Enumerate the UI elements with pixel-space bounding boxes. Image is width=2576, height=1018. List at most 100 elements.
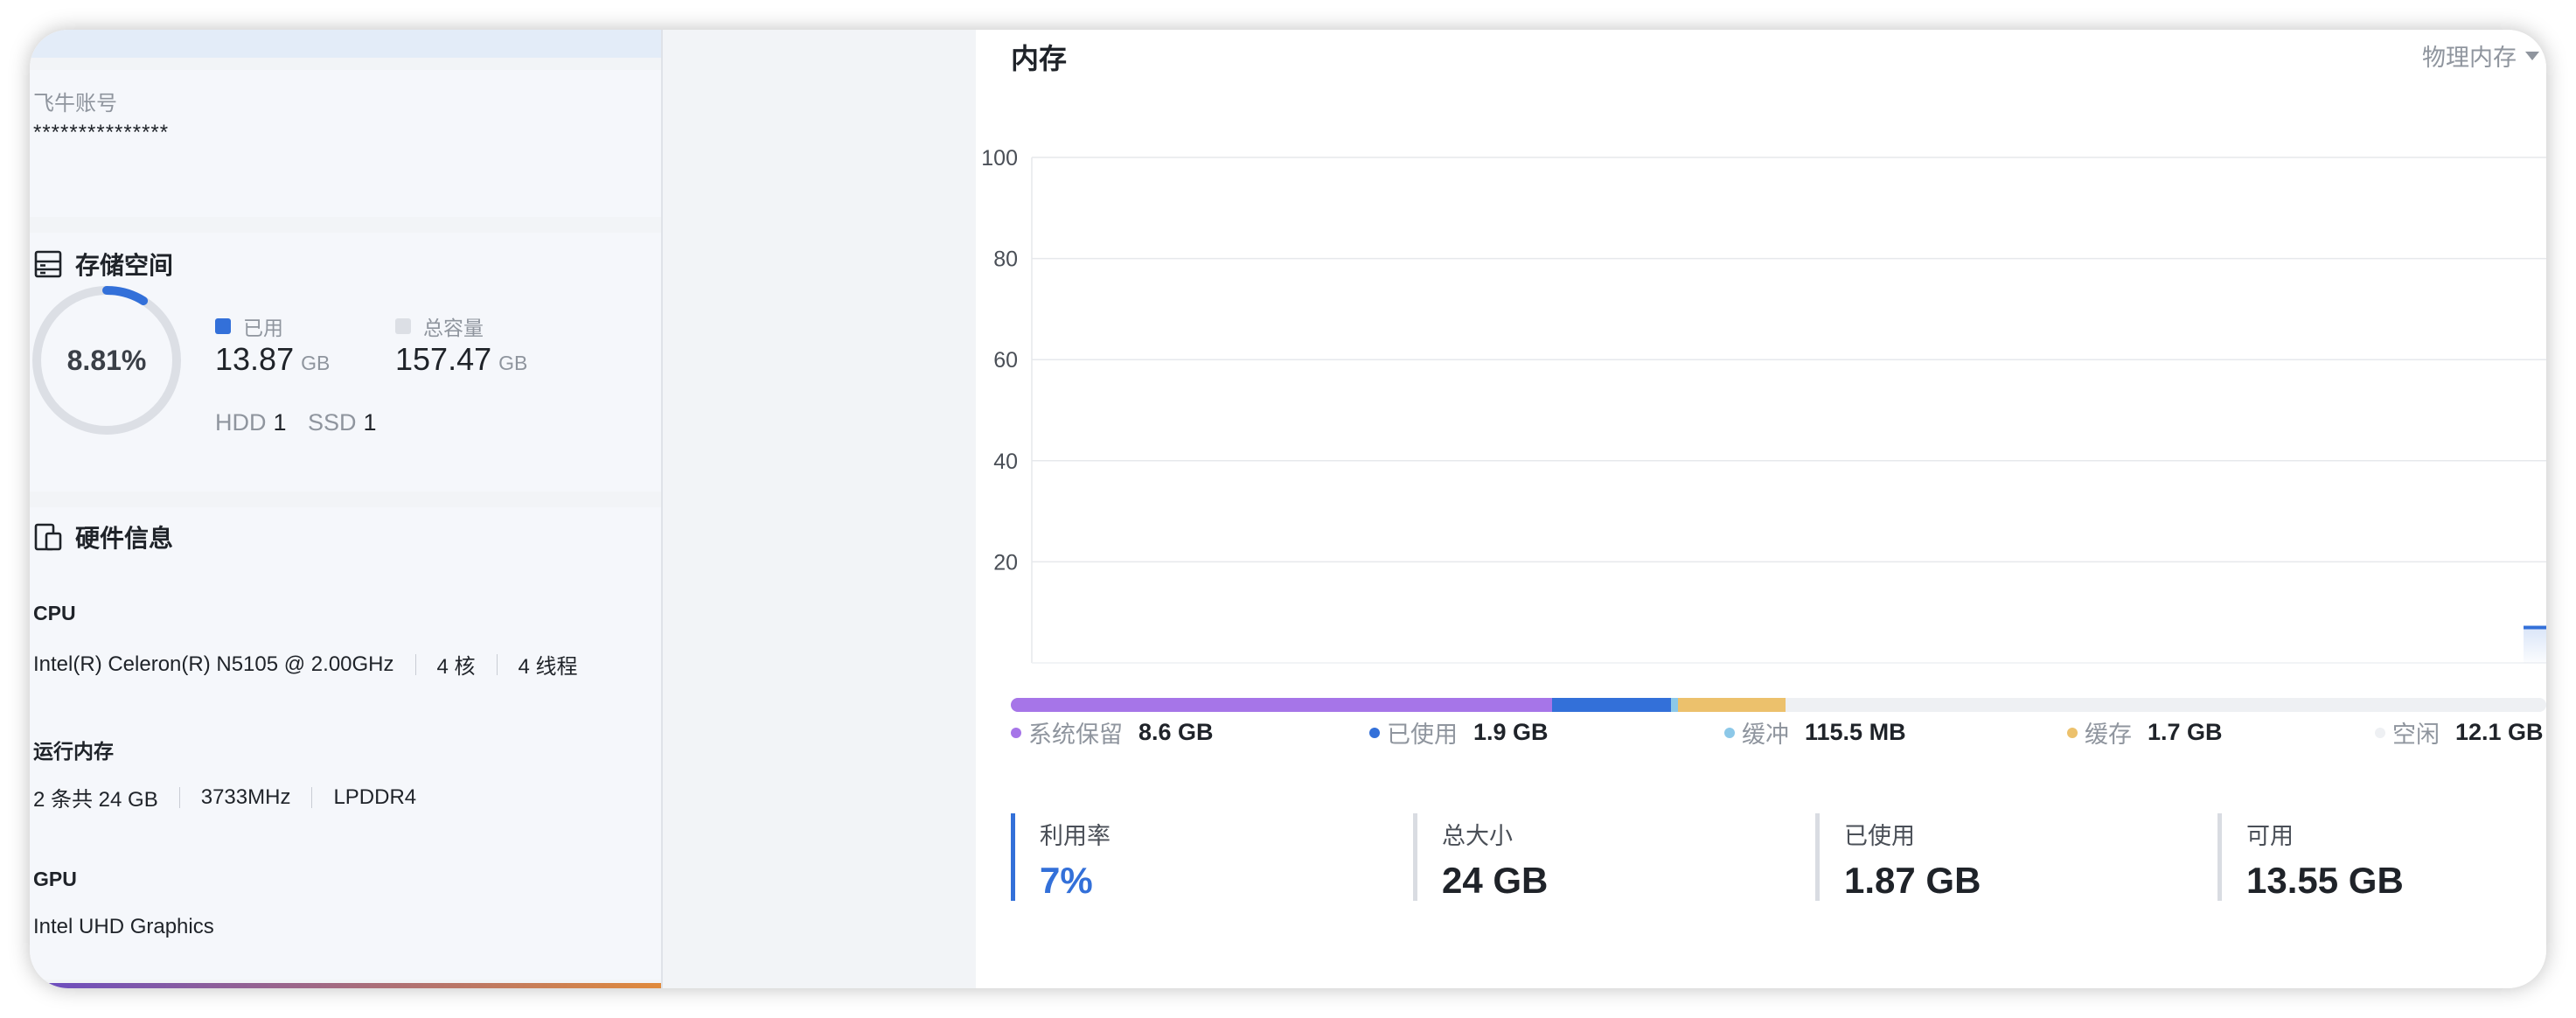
- hdd-label: HDD: [215, 409, 267, 436]
- gpu-model: Intel UHD Graphics: [33, 915, 214, 938]
- ram-config: 2 条共 24 GB: [33, 788, 158, 812]
- legend-label: 缓存: [2085, 722, 2132, 748]
- legend-dot: [1369, 727, 1380, 738]
- cpu-details: Intel(R) Celeron(R) N5105 @ 2.00GHz 4 核 …: [33, 649, 578, 680]
- memory-title: 内存: [1011, 43, 1068, 74]
- y-tick-label: 20: [993, 550, 1018, 575]
- memory-type-dropdown[interactable]: 物理内存: [2422, 38, 2539, 73]
- stat-value: 1.87 GB: [1844, 860, 1981, 901]
- total-legend-label: 总容量: [423, 317, 484, 339]
- stat-label: 可用: [2246, 823, 2294, 849]
- stat-label: 已使用: [1844, 823, 1915, 849]
- ssd-label: SSD: [308, 409, 357, 436]
- y-tick-label: 40: [993, 450, 1018, 474]
- memory-usage-chart: 20 40 60 80 100: [981, 146, 2546, 664]
- legend-label: 系统保留: [1028, 722, 1123, 748]
- breakdown-segment: [1551, 698, 1672, 712]
- stat-total-size: 总大小 24 GB: [1413, 813, 1780, 901]
- divider: [496, 653, 498, 675]
- legend-label: 已使用: [1387, 722, 1458, 748]
- total-legend: 总容量: [395, 311, 484, 341]
- hdd-count: HDD 1: [215, 409, 287, 436]
- ssd-count: SSD 1: [308, 409, 377, 436]
- storage-title-text: 存储空间: [75, 252, 174, 279]
- account-label: 飞牛账号: [33, 92, 117, 115]
- memory-panel: 内存 物理内存 20 40 60 80 100 系统保留 8.6 GB 已使用 1.9 GB 缓…: [976, 30, 2546, 988]
- ram-label: 运行内存: [33, 740, 114, 763]
- legend-dot: [1011, 727, 1021, 738]
- side-navigation-area: [661, 30, 976, 988]
- ram-details: 2 条共 24 GB 3733MHz LPDDR4: [33, 782, 416, 812]
- memory-breakdown-bar: [1011, 698, 2546, 712]
- legend-value: 1.7 GB: [2148, 719, 2223, 745]
- device-icon: [34, 523, 62, 551]
- hardware-title: 硬件信息: [33, 519, 173, 554]
- top-card-edge: [30, 30, 661, 58]
- stat-used: 已使用 1.87 GB: [1815, 813, 2183, 901]
- legend-value: 8.6 GB: [1138, 719, 1214, 745]
- legend-dot: [1724, 727, 1735, 738]
- used-value: 13.87 GB: [215, 341, 330, 378]
- legend-value: 1.9 GB: [1473, 719, 1549, 745]
- storage-title: 存储空间: [33, 247, 173, 282]
- chevron-down-icon: [2525, 51, 2539, 60]
- legend-dot: [2067, 727, 2078, 738]
- stat-utilization: 利用率 7%: [1011, 813, 1378, 901]
- breakdown-segment: [1011, 698, 1552, 712]
- divider: [311, 786, 313, 808]
- total-unit: GB: [498, 352, 528, 374]
- legend-label: 缓冲: [1742, 722, 1789, 748]
- total-value: 157.47 GB: [395, 341, 527, 378]
- breakdown-segment: [1785, 698, 2546, 712]
- total-number: 157.47: [395, 341, 492, 377]
- total-legend-swatch: [395, 318, 411, 334]
- breakdown-legend-item: 缓冲 115.5 MB: [1724, 715, 1906, 750]
- divider: [414, 653, 416, 675]
- breakdown-segment: [1678, 698, 1786, 712]
- series-area: [2524, 627, 2546, 663]
- stat-available: 可用 13.55 GB: [2217, 813, 2546, 901]
- breakdown-legend-item: 空闲 12.1 GB: [2375, 715, 2544, 750]
- legend-label: 空闲: [2392, 722, 2440, 748]
- legend-dot: [2375, 727, 2385, 738]
- used-legend-label: 已用: [243, 317, 283, 339]
- next-card-edge: [30, 983, 661, 988]
- used-legend: 已用: [215, 311, 283, 341]
- breakdown-segment: [1671, 698, 1679, 712]
- used-number: 13.87: [215, 341, 295, 377]
- y-tick-label: 60: [993, 348, 1018, 373]
- hdd-number: 1: [273, 409, 287, 436]
- stat-value: 13.55 GB: [2246, 860, 2404, 901]
- legend-value: 115.5 MB: [1805, 719, 1906, 745]
- breakdown-legend-item: 已使用 1.9 GB: [1369, 715, 1549, 750]
- cpu-threads: 4 线程: [518, 655, 578, 679]
- app-window: 飞牛账号 *************** 存储空间 8.81% 已用 13.87…: [30, 30, 2546, 988]
- gpu-label: GPU: [33, 868, 77, 890]
- hardware-card: [30, 507, 661, 980]
- left-info-panel: 飞牛账号 *************** 存储空间 8.81% 已用 13.87…: [30, 30, 661, 988]
- ram-speed: 3733MHz: [200, 784, 291, 809]
- stat-label: 总大小: [1442, 823, 1513, 849]
- stat-label: 利用率: [1040, 823, 1110, 849]
- used-legend-swatch: [215, 318, 231, 334]
- breakdown-legend-item: 系统保留 8.6 GB: [1011, 715, 1214, 750]
- ram-type: LPDDR4: [333, 784, 417, 809]
- account-value: ***************: [33, 121, 170, 144]
- gpu-details: Intel UHD Graphics: [33, 915, 214, 939]
- stat-value: 24 GB: [1442, 860, 1549, 901]
- storage-percent: 8.81%: [66, 345, 147, 376]
- hardware-title-text: 硬件信息: [75, 525, 174, 552]
- divider: [178, 786, 180, 808]
- memory-type-value: 物理内存: [2422, 45, 2517, 71]
- legend-value: 12.1 GB: [2455, 719, 2544, 745]
- breakdown-legend-item: 缓存 1.7 GB: [2067, 715, 2223, 750]
- storage-icon: [34, 250, 62, 278]
- cpu-model: Intel(R) Celeron(R) N5105 @ 2.00GHz: [33, 652, 394, 676]
- cpu-label: CPU: [33, 602, 76, 624]
- y-tick-label: 100: [981, 146, 1018, 171]
- stat-value: 7%: [1040, 860, 1093, 901]
- y-tick-label: 80: [993, 248, 1018, 272]
- cpu-cores: 4 核: [436, 655, 476, 679]
- ssd-number: 1: [363, 409, 377, 436]
- used-unit: GB: [301, 352, 331, 374]
